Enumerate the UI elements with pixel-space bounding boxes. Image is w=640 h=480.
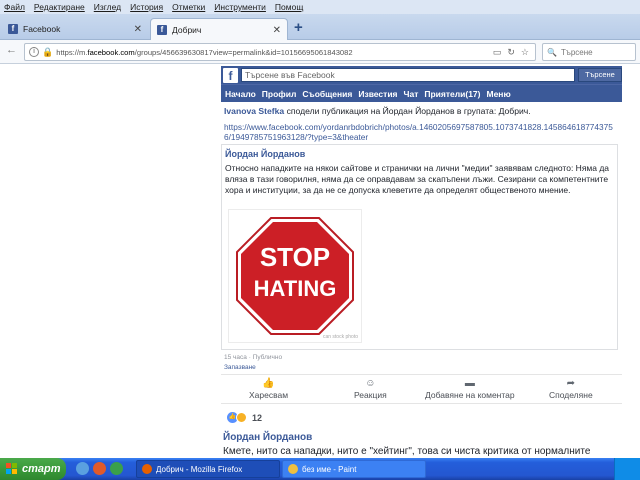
fb-search-input[interactable]: Търсене във Facebook	[241, 68, 575, 82]
post-timestamp[interactable]: 15 часа · Публично	[224, 354, 282, 361]
sharer-name[interactable]: Ivanova Stefka	[224, 106, 284, 116]
facebook-favicon-icon: f	[157, 25, 167, 35]
nav-messages[interactable]: Съобщения	[302, 89, 352, 99]
haha-reaction-icon	[236, 412, 247, 423]
reload-icon[interactable]: ↻	[507, 47, 515, 58]
nav-profile[interactable]: Профил	[262, 89, 297, 99]
facebook-page: f Търсене във Facebook Търсене Начало Пр…	[221, 66, 622, 458]
task-paint[interactable]: без име - Paint	[282, 460, 426, 478]
start-button[interactable]: старт	[0, 458, 66, 480]
reactions-summary[interactable]: 👍 12	[227, 412, 262, 423]
share-line: Ivanova Stefka сподели публикация на Йор…	[221, 102, 622, 116]
comment-text: Кмете, нито са нападки, нито е "хейтинг"…	[223, 446, 591, 457]
tab-dobrich[interactable]: f Добрич ✕	[150, 18, 288, 41]
shared-link[interactable]: https://www.facebook.com/yordanrbdobrich…	[221, 116, 622, 142]
tab-title: Добрич	[172, 25, 202, 35]
smiley-icon: ☺	[365, 378, 376, 389]
taskbar: старт Добрич - Mozilla Firefox без име -…	[0, 458, 640, 480]
facebook-logo-icon[interactable]: f	[223, 67, 238, 83]
share-icon: ➦	[566, 378, 576, 389]
info-icon[interactable]: i	[29, 47, 39, 57]
fb-nav: Начало Профил Съобщения Известия Чат При…	[221, 84, 622, 102]
stop-sign-icon: STOP HATING	[236, 217, 354, 335]
comment-author[interactable]: Йордан Йорданов	[223, 432, 312, 443]
facebook-favicon-icon: f	[8, 24, 18, 34]
menu-history[interactable]: История	[130, 2, 163, 12]
tab-facebook[interactable]: f Facebook ✕	[2, 18, 148, 40]
comment-icon: ▬	[464, 378, 475, 389]
system-tray	[614, 458, 640, 480]
nav-chat[interactable]: Чат	[404, 89, 419, 99]
image-watermark: can stock photo	[322, 334, 358, 340]
post-image[interactable]: STOP HATING can stock photo	[228, 209, 362, 343]
reactions-count: 12	[252, 412, 263, 423]
share-text: сподели публикация на Йордан Йорданов в …	[284, 106, 531, 116]
thumbs-up-icon: 👍	[262, 378, 275, 389]
lock-icon[interactable]: 🔒	[42, 47, 53, 58]
menu-bookmarks[interactable]: Отметки	[172, 2, 205, 12]
new-tab-button[interactable]: +	[294, 19, 303, 36]
shared-post: Йордан Йорданов Относно нападките на няк…	[221, 144, 618, 350]
menu-view[interactable]: Изглед	[94, 2, 121, 12]
hating-text: HATING	[254, 276, 337, 301]
task-firefox[interactable]: Добрич - Mozilla Firefox	[136, 460, 280, 478]
quicklaunch-media-icon[interactable]	[93, 462, 106, 475]
paint-icon	[288, 464, 298, 474]
menu-bar: Файл Редактиране Изглед История Отметки …	[0, 0, 640, 14]
post-actions: 👍 Харесвам ☺ Реакция ▬ Добавяне на комен…	[221, 374, 622, 404]
tab-title: Facebook	[23, 24, 61, 34]
nav-friends[interactable]: Приятели(17)	[424, 89, 480, 99]
stop-text: STOP	[260, 242, 330, 272]
windows-logo-icon	[6, 463, 18, 475]
quicklaunch-ie-icon[interactable]	[76, 462, 89, 475]
post-author[interactable]: Йордан Йорданов	[225, 149, 305, 159]
fb-search-button[interactable]: Търсене	[578, 68, 622, 82]
bookmark-star-icon[interactable]: ☆	[521, 47, 529, 58]
react-button[interactable]: ☺ Реакция	[354, 378, 387, 400]
nav-bar: ← i 🔒 https://m.facebook.com/groups/4566…	[0, 40, 640, 64]
menu-tools[interactable]: Инструменти	[214, 2, 266, 12]
url-actions: ▭ ↻ ☆	[493, 47, 529, 58]
close-tab-icon[interactable]: ✕	[273, 25, 281, 36]
browser-search-input[interactable]: 🔍 Търсене	[542, 43, 636, 61]
quicklaunch-desktop-icon[interactable]	[110, 462, 123, 475]
menu-file[interactable]: Файл	[4, 2, 25, 12]
tab-strip: f Facebook ✕ f Добрич ✕ +	[0, 14, 640, 41]
menu-edit[interactable]: Редактиране	[34, 2, 85, 12]
add-comment-button[interactable]: ▬ Добавяне на коментар	[425, 378, 515, 400]
fb-header: f Търсене във Facebook Търсене	[221, 66, 622, 84]
search-icon: 🔍	[547, 47, 557, 57]
close-tab-icon[interactable]: ✕	[134, 24, 142, 35]
reader-view-icon[interactable]: ▭	[493, 47, 502, 58]
url-bar[interactable]: i 🔒 https://m.facebook.com/groups/456639…	[24, 43, 536, 61]
nav-notifications[interactable]: Известия	[358, 89, 397, 99]
url-text[interactable]: https://m.facebook.com/groups/4566396308…	[56, 48, 493, 57]
back-arrow-icon[interactable]: ←	[6, 44, 17, 56]
share-button[interactable]: ➦ Споделяне	[549, 378, 593, 400]
like-button[interactable]: 👍 Харесвам	[249, 378, 288, 400]
post-text: Относно нападките на някои сайтове и стр…	[225, 163, 610, 195]
nav-home[interactable]: Начало	[225, 89, 256, 99]
save-link[interactable]: Запазване	[224, 364, 256, 371]
firefox-icon	[142, 464, 152, 474]
menu-help[interactable]: Помощ	[275, 2, 303, 12]
nav-menu[interactable]: Меню	[487, 89, 511, 99]
